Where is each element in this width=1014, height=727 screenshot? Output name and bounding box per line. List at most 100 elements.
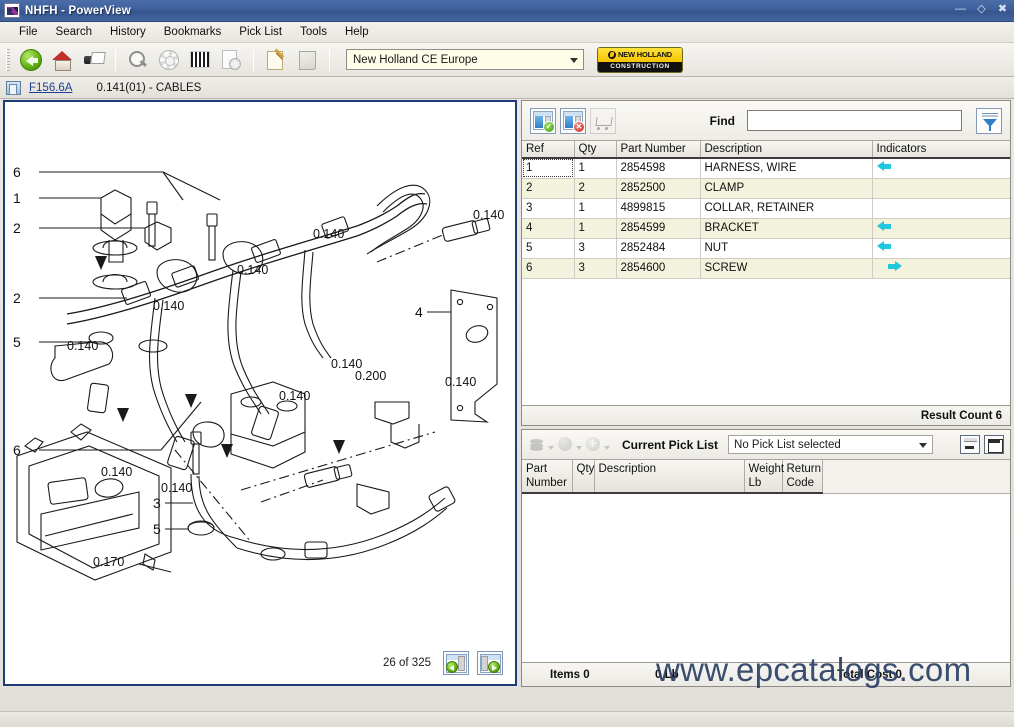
- picklist-refresh-button[interactable]: [556, 435, 582, 454]
- edit-note-button[interactable]: [262, 46, 290, 74]
- table-row[interactable]: 2 2 2852500 CLAMP: [522, 178, 1010, 199]
- pick-list-toolbar: Current Pick List No Pick List selected: [522, 430, 1010, 460]
- toolbar-separator-2: [253, 48, 254, 71]
- menu-item-tools[interactable]: Tools: [291, 23, 336, 41]
- cell-qty: 3: [574, 258, 617, 279]
- minimize-button[interactable]: —: [954, 3, 967, 16]
- cell-part: 2854599: [616, 218, 701, 239]
- chevron-down-icon: [570, 58, 578, 63]
- minimize-panel-button[interactable]: [960, 435, 980, 454]
- logo-top-text: NEW HOLLAND: [617, 50, 673, 60]
- results-grid-wrapper[interactable]: Ref Qty Part Number Description Indicato…: [522, 141, 1010, 405]
- maximize-button[interactable]: ◇: [975, 3, 988, 16]
- filter-button[interactable]: [976, 107, 1002, 134]
- callout-0140-j: 0.140: [161, 481, 192, 495]
- pl-col-header-qty[interactable]: Qty: [572, 460, 595, 494]
- select-all-col: [535, 115, 543, 128]
- table-row[interactable]: 4 1 2854599 BRACKET: [522, 218, 1010, 239]
- menu-item-bookmarks[interactable]: Bookmarks: [155, 23, 231, 41]
- notes-button[interactable]: [293, 46, 321, 74]
- parts-diagram: 6 1 2 2 5 6 4 3 5 0.140 0.140 0.140 0.14…: [13, 164, 504, 581]
- search-button[interactable]: [124, 46, 152, 74]
- settings-button[interactable]: [155, 46, 183, 74]
- pl-col-header-filler: [822, 460, 1010, 494]
- toolbar-grip: [6, 48, 10, 71]
- magnifier-icon: [128, 50, 148, 70]
- barcode-button[interactable]: [186, 46, 214, 74]
- chevron-down-icon: [919, 443, 928, 448]
- breadcrumb-link[interactable]: F156.6A: [29, 82, 72, 94]
- select-all-button[interactable]: ✓: [530, 107, 556, 134]
- table-row[interactable]: 3 1 4899815 COLLAR, RETAINER: [522, 198, 1010, 219]
- breadcrumb: F156.6A 0.141(01) - CABLES: [0, 77, 1014, 99]
- cell-desc: COLLAR, RETAINER: [700, 198, 873, 219]
- cell-ref: 3: [522, 198, 575, 219]
- find-input[interactable]: [747, 110, 962, 131]
- back-arrow-icon: [20, 48, 42, 71]
- deselect-all-button[interactable]: ✕: [560, 107, 586, 134]
- cell-indicator: [872, 218, 1010, 239]
- home-button[interactable]: [48, 46, 76, 74]
- check-badge-icon: ✓: [543, 120, 555, 133]
- pl-col-header-description[interactable]: Description: [594, 460, 745, 494]
- menu-item-help[interactable]: Help: [336, 23, 378, 41]
- app-icon: [4, 3, 20, 18]
- close-button[interactable]: ✖: [996, 3, 1009, 16]
- col-header-indicators[interactable]: Indicators: [872, 141, 1010, 159]
- cell-qty: 1: [574, 218, 617, 239]
- table-row[interactable]: 1 1 2854598 HARNESS, WIRE: [522, 158, 1010, 179]
- callout-0140-i: 0.140: [101, 465, 132, 479]
- col-header-part-number[interactable]: Part Number: [616, 141, 701, 159]
- cell-qty: 2: [574, 178, 617, 199]
- callout-0140-d: 0.140: [237, 263, 268, 277]
- add-to-cart-button[interactable]: [590, 107, 616, 134]
- clipboard-pencil-icon: [266, 50, 286, 70]
- col-header-qty[interactable]: Qty: [574, 141, 617, 159]
- pick-list-weight: 0 Lb: [655, 668, 679, 681]
- picklist-stack-button[interactable]: [528, 435, 554, 454]
- menu-item-search[interactable]: Search: [47, 23, 101, 41]
- pl-col-header-weight[interactable]: Weight Lb: [744, 460, 784, 494]
- next-arrow-icon: [488, 661, 500, 673]
- catalog-page-icon: [6, 80, 21, 95]
- col-header-ref[interactable]: Ref: [522, 141, 575, 159]
- results-header-row: Ref Qty Part Number Description Indicato…: [522, 141, 1010, 159]
- callout-0200: 0.200: [355, 369, 386, 383]
- results-table: Ref Qty Part Number Description Indicato…: [522, 141, 1010, 279]
- table-row[interactable]: 5 3 2852484 NUT: [522, 238, 1010, 259]
- cell-desc: BRACKET: [700, 218, 873, 239]
- print-button[interactable]: [79, 46, 107, 74]
- figure-ref-1: 1: [13, 190, 21, 206]
- document-search-button[interactable]: [217, 46, 245, 74]
- figure-ref-4: 4: [415, 304, 423, 320]
- pl-col-header-return-code[interactable]: Return Code: [782, 460, 823, 494]
- catalog-combo[interactable]: New Holland CE Europe: [346, 49, 584, 70]
- back-button[interactable]: [17, 46, 45, 74]
- next-page-button[interactable]: [477, 651, 503, 675]
- menu-item-history[interactable]: History: [101, 23, 155, 41]
- pick-list-combo[interactable]: No Pick List selected: [728, 435, 934, 454]
- cell-indicator: [872, 178, 1010, 199]
- maximize-panel-button[interactable]: [984, 435, 1004, 454]
- previous-page-button[interactable]: [443, 651, 469, 675]
- cell-ref: 6: [522, 258, 575, 279]
- result-count: Result Count 6: [522, 405, 1010, 425]
- pick-list-label: Current Pick List: [622, 437, 719, 452]
- cell-part: 2854600: [616, 258, 701, 279]
- pl-col-header-part-number[interactable]: Part Number: [522, 460, 573, 494]
- figure-ref-3: 3: [153, 495, 161, 511]
- table-row[interactable]: 6 3 2854600 SCREW: [522, 258, 1010, 279]
- title-bar: NHFH - PowerView — ◇ ✖: [0, 0, 1014, 22]
- col-header-description[interactable]: Description: [700, 141, 873, 159]
- figure-ref-6b: 6: [13, 442, 21, 458]
- cell-desc: HARNESS, WIRE: [700, 158, 873, 179]
- cell-ref: 2: [522, 178, 575, 199]
- indicator-left-arrow-icon: [876, 161, 892, 172]
- pick-list-body[interactable]: [522, 494, 1010, 662]
- menu-item-pick-list[interactable]: Pick List: [230, 23, 291, 41]
- menu-item-file[interactable]: File: [10, 23, 47, 41]
- chevron-down-icon: [576, 445, 582, 450]
- picklist-add-button[interactable]: [584, 435, 610, 454]
- toolbar-separator: [115, 48, 116, 71]
- illustration-panel[interactable]: 6 1 2 2 5 6 4 3 5 0.140 0.140 0.140 0.14…: [3, 100, 517, 686]
